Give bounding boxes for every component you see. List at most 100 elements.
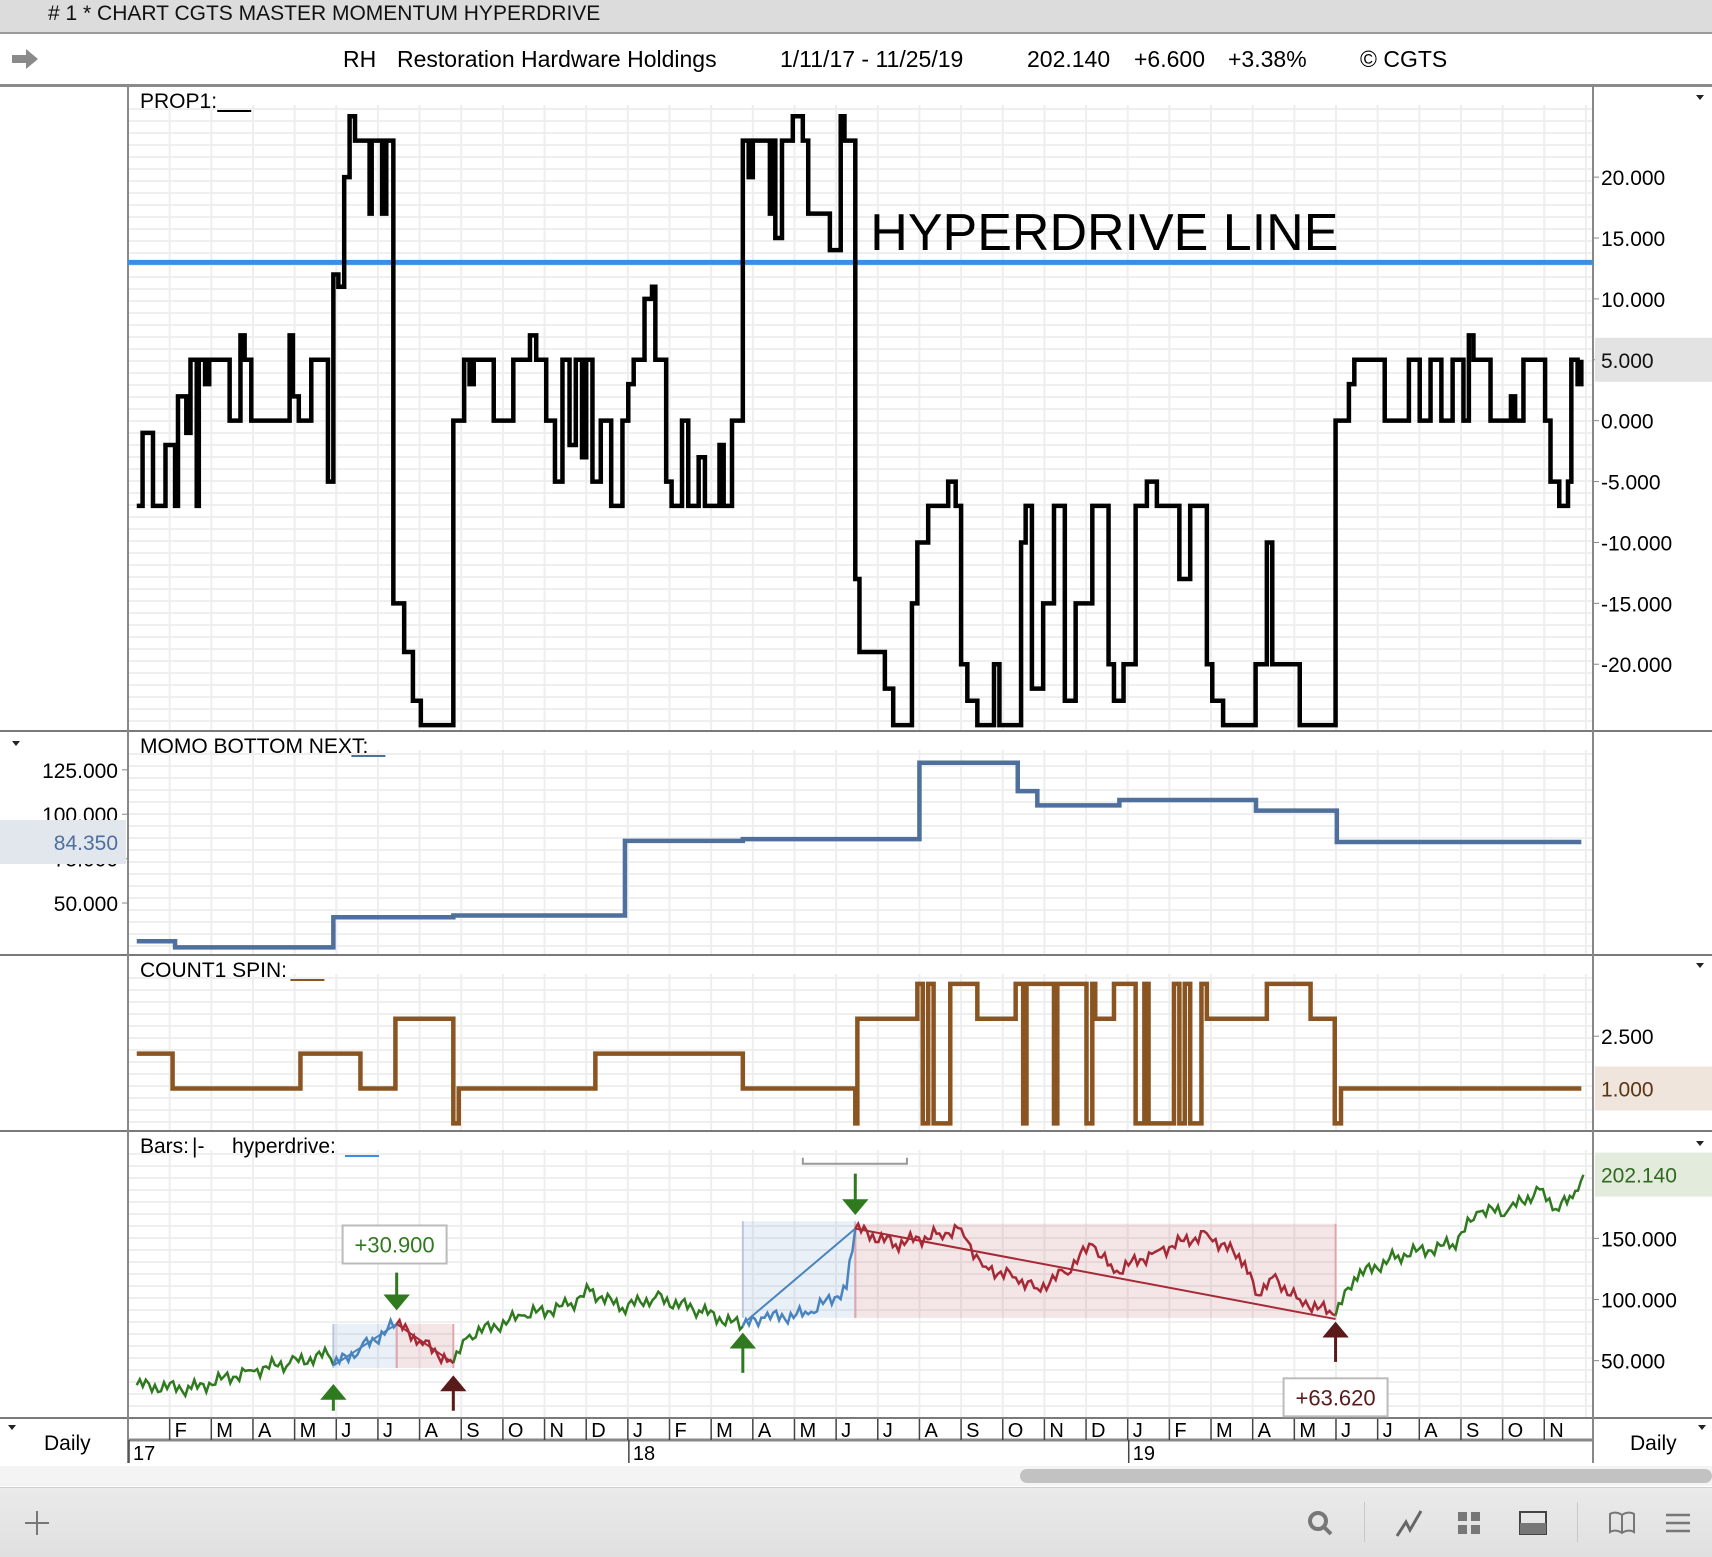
y-tick-label: 0.000: [1601, 411, 1654, 434]
month-label: D: [1091, 1420, 1105, 1442]
current-value-label: 5.000: [1601, 350, 1654, 373]
overlay-title: hyperdrive:: [232, 1135, 336, 1158]
scrollbar-thumb[interactable]: [1020, 1469, 1712, 1483]
current-value-label: 1.000: [1601, 1079, 1654, 1102]
y-tick-label: 2.500: [1601, 1026, 1654, 1049]
window-title: # 1 * CHART CGTS MASTER MOMENTUM HYPERDR…: [48, 2, 600, 26]
date-range: 1/11/17 - 11/25/19: [780, 46, 963, 73]
bracket-marker: [803, 1158, 907, 1164]
month-label: O: [1508, 1420, 1524, 1442]
month-label: A: [1424, 1420, 1438, 1442]
y-tick-label: 50.000: [54, 893, 118, 916]
month-label: M: [216, 1420, 233, 1442]
arrow-down-icon: [387, 1273, 407, 1308]
year-label: 19: [1133, 1443, 1155, 1465]
month-label: O: [1008, 1420, 1024, 1442]
month-label: A: [1258, 1420, 1272, 1442]
horizontal-scrollbar[interactable]: [0, 1466, 1712, 1486]
last-price: 202.140: [1027, 46, 1110, 73]
month-label: M: [799, 1420, 816, 1442]
month-label: J: [383, 1420, 393, 1442]
line-chart-icon[interactable]: [1394, 1508, 1424, 1538]
panel-title: PROP1:: [140, 90, 217, 113]
dropdown-triangle-icon[interactable]: [8, 1425, 16, 1430]
y-tick-label: 15.000: [1601, 228, 1665, 251]
window-title-bar: # 1 * CHART CGTS MASTER MOMENTUM HYPERDR…: [0, 0, 1712, 34]
month-label: M: [716, 1420, 733, 1442]
current-value-label: 84.350: [54, 832, 118, 855]
y-tick-label: 10.000: [1601, 289, 1665, 312]
month-label: D: [591, 1420, 605, 1442]
month-label: S: [966, 1420, 979, 1442]
arrow-right-icon[interactable]: [10, 48, 40, 70]
arrow-up-icon: [733, 1335, 753, 1373]
month-label: M: [300, 1420, 317, 1442]
y-tick-label: -15.000: [1601, 593, 1672, 616]
company-name: Restoration Hardware Holdings: [397, 46, 717, 73]
toolbar-divider: [1364, 1502, 1365, 1542]
month-label: M: [1216, 1420, 1233, 1442]
toolbar-divider: [1577, 1502, 1578, 1542]
y-tick-label: -5.000: [1601, 472, 1661, 495]
month-label: J: [1341, 1420, 1351, 1442]
y-tick-label: 125.000: [42, 760, 118, 783]
arrow-up-icon: [323, 1386, 343, 1410]
y-tick-label: -20.000: [1601, 654, 1672, 677]
y-tick-label: 50.000: [1601, 1351, 1665, 1374]
month-label: J: [1383, 1420, 1393, 1442]
symbol-header: RH Restoration Hardware Holdings 1/11/17…: [0, 34, 1712, 87]
trade-gain-label: +63.620: [1296, 1385, 1376, 1410]
month-label: F: [175, 1420, 187, 1442]
month-label: J: [883, 1420, 893, 1442]
plus-icon[interactable]: [22, 1508, 52, 1538]
year-label: 18: [633, 1443, 655, 1465]
month-label: N: [550, 1420, 564, 1442]
dropdown-triangle-icon[interactable]: [1696, 95, 1704, 100]
month-label: J: [633, 1420, 643, 1442]
year-label: 17: [133, 1443, 155, 1465]
price-change-pct: +3.38%: [1228, 46, 1307, 73]
arrow-up-icon: [1326, 1324, 1346, 1362]
panel-2: [0, 750, 1712, 955]
period-selector-right: Daily: [1630, 1432, 1677, 1455]
month-label: A: [258, 1420, 272, 1442]
menu-icon[interactable]: [1663, 1508, 1693, 1538]
symbol: RH: [343, 46, 376, 73]
current-value-label: 202.140: [1601, 1165, 1677, 1188]
dropdown-triangle-icon[interactable]: [1698, 1425, 1706, 1430]
y-tick-label: -10.000: [1601, 532, 1672, 555]
grid-icon[interactable]: [1454, 1508, 1484, 1538]
price-segment-green: [137, 1348, 334, 1396]
panel-title: COUNT1 SPIN:: [140, 959, 287, 982]
dropdown-triangle-icon[interactable]: [1696, 963, 1704, 968]
bars-style: |-: [192, 1135, 204, 1158]
panel-title: MOMO BOTTOM NEXT:: [140, 735, 368, 758]
month-label: S: [1466, 1420, 1479, 1442]
month-label: N: [1549, 1420, 1563, 1442]
hyperdrive-line-label: HYPERDRIVE LINE: [870, 204, 1338, 262]
count-series-line: [137, 984, 1582, 1123]
chart-area[interactable]: PROP1:MOMO BOTTOM NEXT:COUNT1 SPIN:Bars:…: [0, 87, 1712, 1466]
month-label: F: [675, 1420, 687, 1442]
book-icon[interactable]: [1607, 1508, 1637, 1538]
price-segment-green: [1336, 1175, 1584, 1316]
bottom-toolbar: [0, 1487, 1712, 1557]
dropdown-triangle-icon[interactable]: [1696, 1141, 1704, 1146]
trade-gain-label: +30.900: [355, 1232, 435, 1257]
dropdown-triangle-icon[interactable]: [12, 741, 20, 746]
trade-zone: [743, 1221, 855, 1318]
month-label: N: [1049, 1420, 1063, 1442]
month-label: J: [341, 1420, 351, 1442]
copyright: © CGTS: [1360, 46, 1447, 73]
search-icon[interactable]: [1305, 1508, 1335, 1538]
month-label: A: [425, 1420, 439, 1442]
month-label: M: [1299, 1420, 1316, 1442]
period-selector-left: Daily: [44, 1432, 91, 1455]
month-label: A: [758, 1420, 772, 1442]
month-label: A: [924, 1420, 938, 1442]
y-tick-label: 20.000: [1601, 167, 1665, 190]
y-tick-label: 100.000: [1601, 1290, 1677, 1313]
y-tick-label: 150.000: [1601, 1228, 1677, 1251]
panel-layout-icon[interactable]: [1518, 1508, 1548, 1538]
price-segment-green: [453, 1285, 743, 1363]
